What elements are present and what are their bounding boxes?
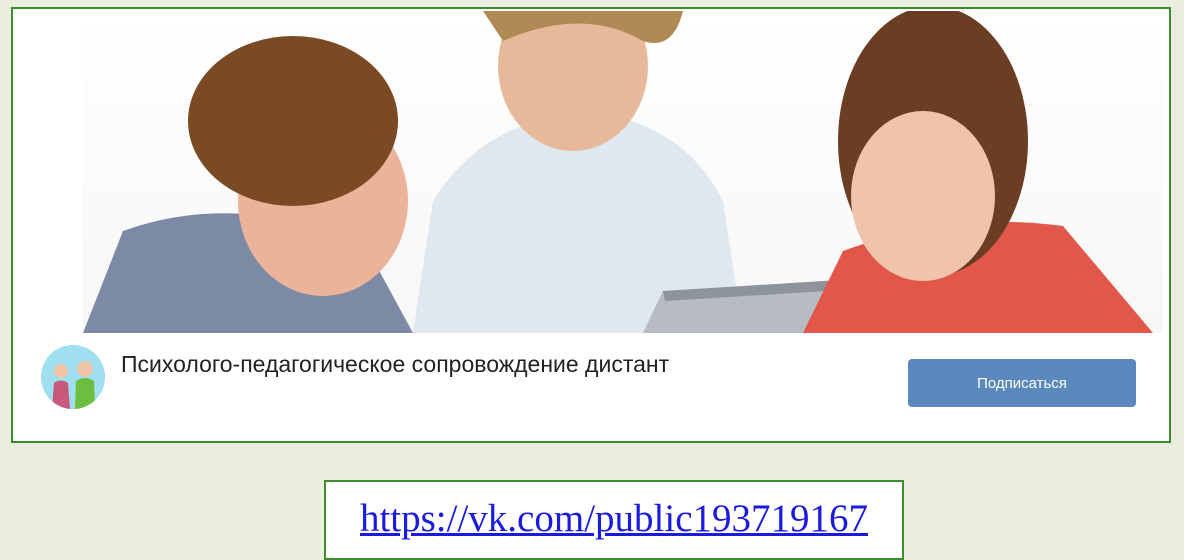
group-link[interactable]: https://vk.com/public193719167: [360, 496, 868, 541]
group-avatar[interactable]: [41, 345, 105, 409]
group-name[interactable]: Психолого-педагогическое сопровождение д…: [121, 351, 669, 378]
subscribe-button[interactable]: Подписаться: [908, 359, 1136, 407]
group-card: Психолого-педагогическое сопровождение д…: [11, 7, 1171, 443]
cover-photo: [83, 11, 1163, 333]
link-box: https://vk.com/public193719167: [324, 480, 904, 560]
